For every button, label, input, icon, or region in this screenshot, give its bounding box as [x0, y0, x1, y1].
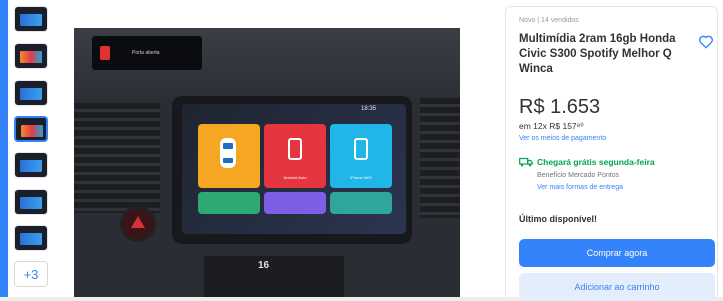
dashboard-display-text: Porta aberta: [132, 50, 160, 56]
tile-iphone-wifi-label: iPhone WiFi: [350, 175, 372, 180]
car-icon: [220, 138, 236, 168]
tile-android-auto-label: Android Auto: [283, 175, 307, 180]
tile-android-auto: Android Auto: [264, 124, 326, 188]
shipping-info: Chegará grátis segunda-feira: [537, 157, 655, 167]
tile-bottom-2: [264, 192, 326, 214]
favorite-heart-icon[interactable]: [698, 34, 714, 50]
phone-icon: [288, 138, 302, 160]
payment-methods-link[interactable]: Ver os meios de pagamento: [519, 135, 606, 142]
screen-time: 18:35: [360, 106, 376, 112]
more-photos-label: +3: [23, 266, 39, 282]
benefit-text: Benefício Mercado Pontos: [537, 172, 620, 179]
buy-box: Novo | 14 vendidos Multimídia 2ram 16gb …: [505, 6, 718, 301]
tile-car: [198, 124, 260, 188]
condition-and-sales: Novo | 14 vendidos: [519, 17, 579, 24]
thumbnail-6[interactable]: [14, 189, 48, 215]
climate-readout: 16: [258, 260, 270, 271]
stock-status: Último disponível!: [519, 214, 598, 224]
tile-iphone-wifi: iPhone WiFi: [330, 124, 392, 188]
dashboard-display: Porta aberta: [92, 36, 202, 70]
thumbnail-3[interactable]: [14, 80, 48, 106]
truck-icon: [519, 157, 533, 167]
climate-panel: [204, 256, 344, 297]
more-photos-button[interactable]: +3: [14, 261, 48, 287]
left-accent-bar: [0, 0, 8, 297]
tile-bottom-3: [330, 192, 392, 214]
left-air-vent: [74, 103, 160, 213]
dashboard-top: Porta aberta: [74, 28, 460, 98]
thumbnail-1[interactable]: [14, 6, 48, 32]
product-price: R$ 1.653: [519, 96, 601, 118]
multimedia-screen: 18:35 Android Auto iPhone WiFi: [182, 104, 406, 234]
thumbnail-4-selected[interactable]: [14, 116, 48, 142]
phone-icon: [354, 138, 368, 160]
main-product-photo[interactable]: Porta aberta 18:35 Android Auto iPhone W…: [74, 28, 460, 297]
thumbnail-7[interactable]: [14, 225, 48, 251]
buy-now-button[interactable]: Comprar agora: [519, 239, 715, 267]
right-air-vent: [420, 98, 460, 218]
tile-bottom-1: [198, 192, 260, 214]
thumbnail-5[interactable]: [14, 152, 48, 178]
product-title: Multimídia 2ram 16gb Honda Civic S300 Sp…: [519, 33, 676, 75]
shipping-options-link[interactable]: Ver mais formas de entrega: [537, 184, 623, 191]
thumbnail-2[interactable]: [14, 43, 48, 69]
product-card: +3 Porta aberta 18:35 Android Auto iPhon…: [0, 0, 723, 301]
installments: em 12x R$ 157⁸⁰: [519, 121, 584, 131]
hazard-button: [120, 206, 156, 242]
